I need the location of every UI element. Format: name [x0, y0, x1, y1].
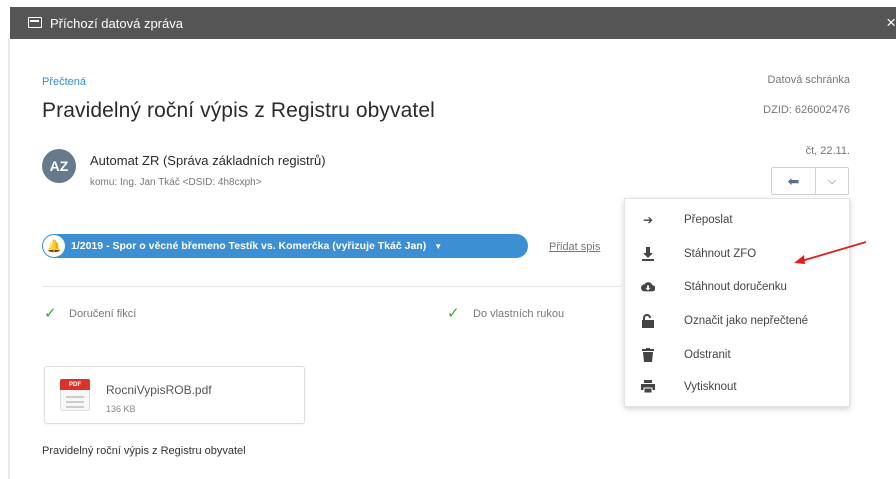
menu-item-label: Stáhnout doručenku — [684, 280, 787, 293]
reply-icon: ⬅ — [787, 172, 800, 189]
menu-item-delete[interactable]: Odstranit — [625, 338, 851, 371]
databox-id: DZID: 626002476 — [763, 104, 850, 116]
menu-item-label: Odstranit — [684, 348, 731, 361]
menu-item-mark-unread[interactable]: Označit jako nepřečtené — [625, 304, 851, 337]
printer-icon — [641, 380, 655, 394]
check-icon: ✓ — [44, 305, 57, 322]
cloud-download-icon — [641, 280, 655, 294]
chevron-down-icon: ⌵ — [827, 174, 837, 187]
own-hands-label: Do vlastních rukou — [473, 308, 565, 320]
add-case-file-link[interactable]: Přidat spis — [549, 241, 600, 253]
unlock-icon — [641, 313, 655, 328]
menu-item-print[interactable]: Vytisknout — [625, 370, 851, 403]
message-body: Pravidelný roční výpis z Registru obyvat… — [42, 445, 246, 457]
read-status: Přečtená — [42, 76, 87, 88]
reply-button-group: ⬅ ⌵ — [771, 167, 849, 195]
menu-item-forward[interactable]: ➔ Přeposlat — [625, 203, 851, 236]
close-icon[interactable]: × — [886, 13, 896, 33]
more-actions-button[interactable]: ⌵ — [816, 168, 848, 194]
menu-item-download-receipt[interactable]: Stáhnout doručenku — [625, 270, 851, 303]
message-date: čt, 22.11. — [805, 145, 850, 157]
menu-item-label: Přeposlat — [684, 213, 733, 226]
envelope-icon — [28, 17, 42, 28]
avatar: AZ — [42, 149, 76, 183]
menu-item-label: Označit jako nepřečtené — [684, 314, 809, 327]
download-icon — [641, 246, 655, 261]
check-icon: ✓ — [447, 305, 460, 322]
section-divider — [42, 286, 622, 287]
bell-icon: 🔔 — [43, 235, 65, 257]
actions-dropdown-menu: ➔ Přeposlat Stáhnout ZFO Stáhnout doruče… — [624, 198, 850, 407]
attachment-size: 136 KB — [106, 404, 136, 414]
delivery-fiction-label: Doručení fikcí — [69, 308, 137, 320]
forward-arrow-icon: ➔ — [642, 212, 654, 227]
annotation-arrow-icon — [794, 241, 867, 264]
menu-item-label: Stáhnout ZFO — [684, 247, 757, 260]
pdf-badge: PDF — [60, 379, 90, 390]
attachment-name: RocniVypisROB.pdf — [106, 383, 212, 397]
caret-down-icon: ▼ — [434, 241, 443, 251]
trash-icon — [641, 347, 655, 362]
panel-left-border — [8, 39, 10, 479]
case-file-tag[interactable]: 🔔 1/2019 - Spor o věcné břemeno Testík v… — [42, 234, 528, 258]
window-titlebar: Příchozí datová zpráva × — [10, 7, 896, 39]
reply-button[interactable]: ⬅ — [772, 168, 816, 194]
message-subject: Pravidelný roční výpis z Registru obyvat… — [42, 99, 435, 122]
case-file-label: 1/2019 - Spor o věcné břemeno Testík vs.… — [71, 240, 427, 252]
window-title: Příchozí datová zpráva — [50, 16, 183, 31]
recipient-line: komu: Ing. Jan Tkáč <DSID: 4h8cxph> — [90, 177, 262, 188]
sender-name: Automat ZR (Správa základních registrů) — [90, 153, 326, 168]
menu-item-label: Vytisknout — [684, 380, 737, 393]
databox-label: Datová schránka — [767, 74, 850, 86]
attachment-card[interactable]: PDF RocniVypisROB.pdf 136 KB — [44, 366, 305, 424]
pdf-file-icon: PDF — [60, 379, 90, 411]
